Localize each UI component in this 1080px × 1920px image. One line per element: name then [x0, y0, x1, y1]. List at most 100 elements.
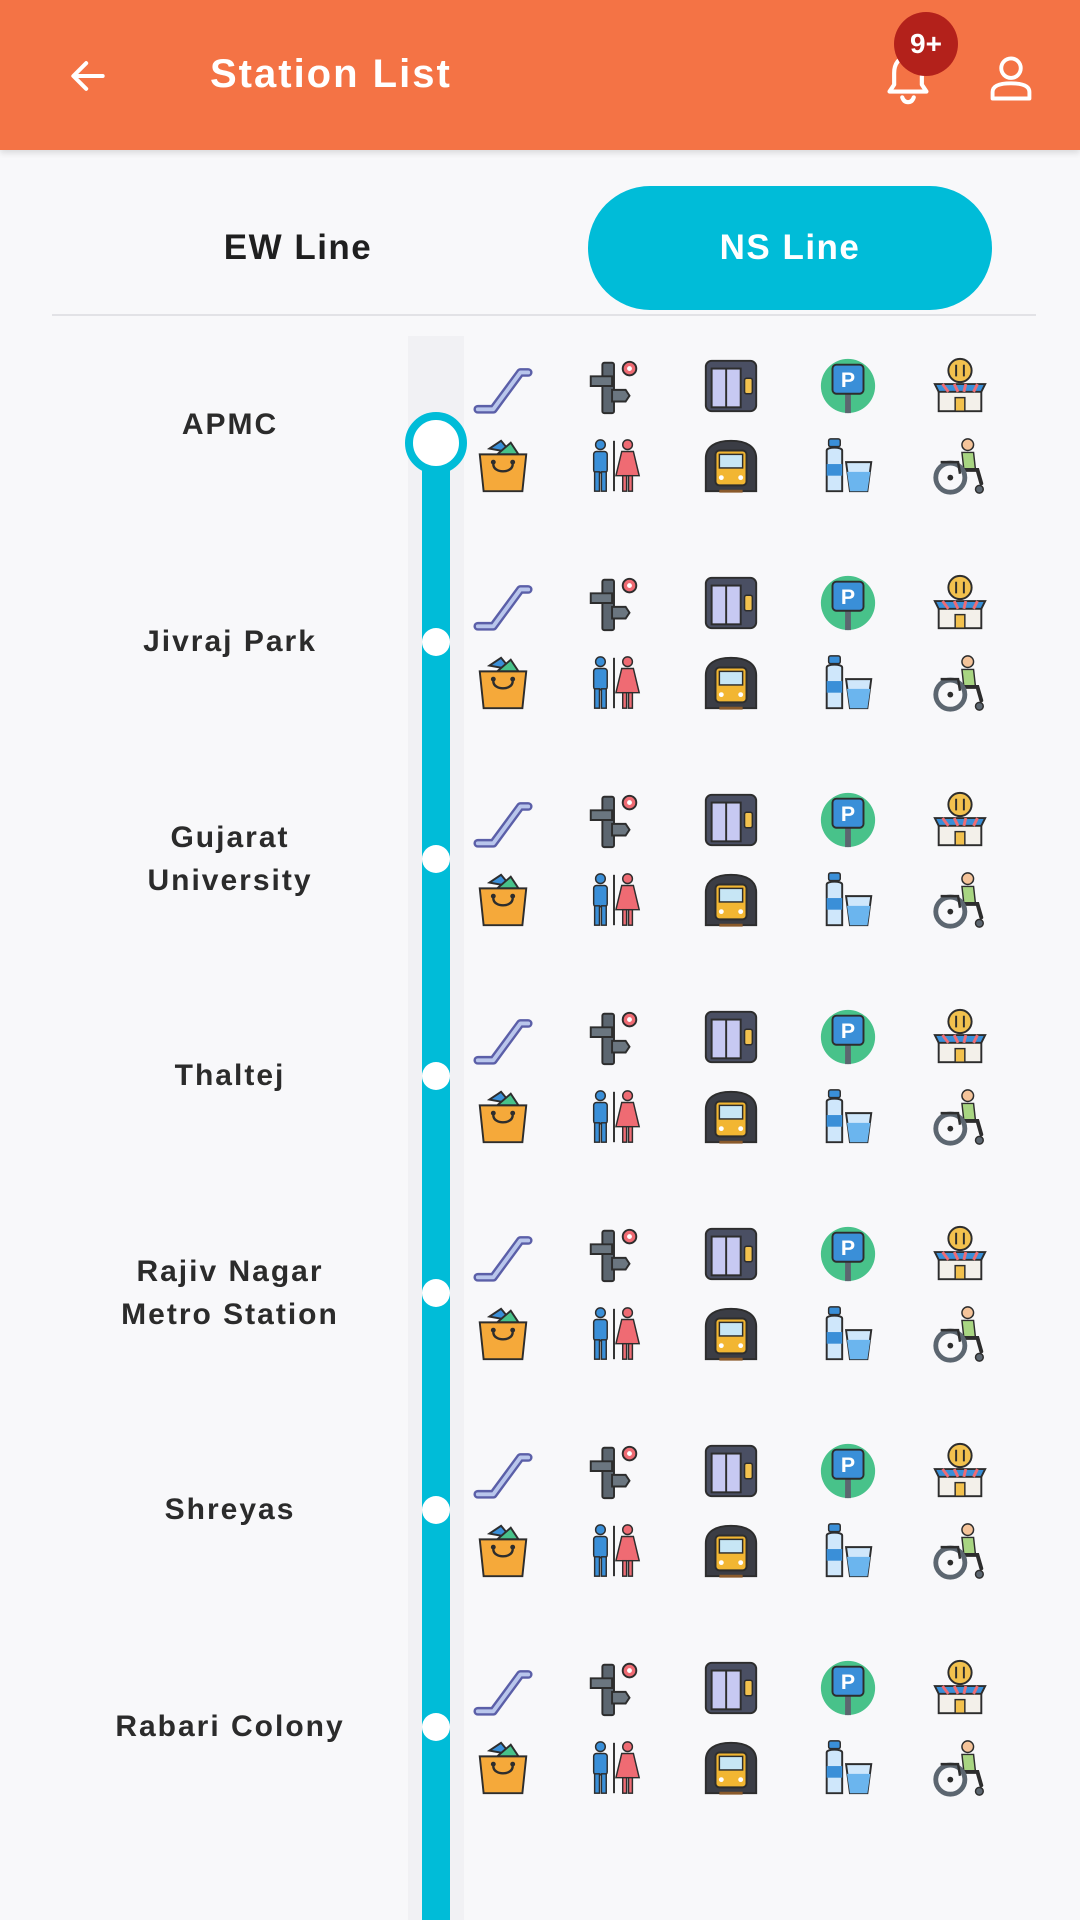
direction-sign-icon [583, 355, 645, 417]
parking-icon: P [817, 789, 879, 851]
station-row[interactable]: Jivraj Park P [0, 533, 1080, 750]
drinking-water-icon [817, 652, 879, 714]
wheelchair-icon [929, 1303, 991, 1365]
tab-ns-line[interactable]: NS Line [588, 186, 992, 310]
escalator-icon [472, 355, 534, 417]
svg-text:P: P [841, 1019, 855, 1043]
metro-train-icon [700, 869, 762, 931]
escalator-icon [472, 1657, 534, 1719]
restroom-icon [583, 1520, 645, 1582]
parking-icon: P [817, 1440, 879, 1502]
direction-sign-icon [583, 1223, 645, 1285]
station-name: Thaltej [174, 1059, 286, 1092]
food-court-icon [929, 789, 991, 851]
lift-icon [700, 1223, 762, 1285]
svg-text:P: P [841, 1670, 855, 1694]
shopping-bag-icon [472, 1520, 534, 1582]
svg-text:P: P [841, 1236, 855, 1260]
lift-icon [700, 572, 762, 634]
parking-icon: P [817, 1006, 879, 1068]
user-icon [990, 56, 1032, 101]
wheelchair-icon [929, 1737, 991, 1799]
shopping-bag-icon [472, 1303, 534, 1365]
station-marker [422, 1062, 450, 1090]
escalator-icon [472, 1006, 534, 1068]
metro-train-icon [700, 1086, 762, 1148]
food-court-icon [929, 1006, 991, 1068]
station-row[interactable]: Thaltej P [0, 967, 1080, 1184]
svg-text:P: P [841, 1453, 855, 1477]
drinking-water-icon [817, 1520, 879, 1582]
station-row[interactable]: Shreyas P [0, 1401, 1080, 1618]
escalator-icon [472, 572, 534, 634]
notification-badge: 9+ [894, 12, 958, 76]
arrow-left-icon [71, 61, 105, 91]
food-court-icon [929, 1440, 991, 1502]
lift-icon [700, 789, 762, 851]
restroom-icon [583, 1086, 645, 1148]
restroom-icon [583, 1303, 645, 1365]
wheelchair-icon [929, 652, 991, 714]
drinking-water-icon [817, 869, 879, 931]
station-row[interactable]: APMC P [0, 316, 1080, 533]
drinking-water-icon [817, 1086, 879, 1148]
food-court-icon [929, 355, 991, 417]
metro-train-icon [700, 1520, 762, 1582]
direction-sign-icon [583, 1657, 645, 1719]
direction-sign-icon [583, 1440, 645, 1502]
station-name: Rajiv Nagar Metro Station [121, 1254, 339, 1331]
station-marker [422, 1279, 450, 1307]
lift-icon [700, 1657, 762, 1719]
parking-icon: P [817, 1657, 879, 1719]
restroom-icon [583, 435, 645, 497]
drinking-water-icon [817, 435, 879, 497]
svg-text:P: P [841, 802, 855, 826]
parking-icon: P [817, 572, 879, 634]
station-row[interactable]: Rajiv Nagar Metro Station P [0, 1184, 1080, 1401]
lift-icon [700, 355, 762, 417]
station-row[interactable]: Gujarat University P [0, 750, 1080, 967]
direction-sign-icon [583, 789, 645, 851]
station-name: APMC [181, 408, 279, 441]
shopping-bag-icon [472, 1086, 534, 1148]
escalator-icon [472, 1223, 534, 1285]
app-bar: Station List 9+ [0, 0, 1080, 150]
back-button[interactable] [58, 46, 118, 106]
restroom-icon [583, 1737, 645, 1799]
shopping-bag-icon [472, 435, 534, 497]
station-name: Jivraj Park [143, 625, 317, 658]
shopping-bag-icon [472, 652, 534, 714]
direction-sign-icon [583, 572, 645, 634]
svg-text:P: P [841, 368, 855, 392]
station-marker [422, 1713, 450, 1741]
metro-train-icon [700, 652, 762, 714]
station-marker [422, 1496, 450, 1524]
station-row[interactable]: Rabari Colony P [0, 1618, 1080, 1835]
drinking-water-icon [817, 1737, 879, 1799]
wheelchair-icon [929, 1520, 991, 1582]
station-name: Shreyas [164, 1493, 296, 1526]
line-selector: EW Line NS Line [0, 150, 1080, 316]
station-marker [422, 628, 450, 656]
wheelchair-icon [929, 869, 991, 931]
metro-train-icon [700, 435, 762, 497]
tab-ew-line[interactable]: EW Line [96, 186, 500, 310]
wheelchair-icon [929, 435, 991, 497]
profile-button[interactable] [978, 46, 1044, 112]
shopping-bag-icon [472, 869, 534, 931]
restroom-icon [583, 869, 645, 931]
wheelchair-icon [929, 1086, 991, 1148]
escalator-icon [472, 789, 534, 851]
food-court-icon [929, 572, 991, 634]
metro-train-icon [700, 1303, 762, 1365]
parking-icon: P [817, 355, 879, 417]
lift-icon [700, 1006, 762, 1068]
direction-sign-icon [583, 1006, 645, 1068]
station-name: Rabari Colony [115, 1710, 345, 1743]
station-list: APMC P Jivraj Park P Gujarat University … [0, 316, 1080, 1920]
parking-icon: P [817, 1223, 879, 1285]
station-list-screen: Station List 9+ EW Line NS Line APMC P J… [0, 0, 1080, 1920]
escalator-icon [472, 1440, 534, 1502]
food-court-icon [929, 1657, 991, 1719]
page-title: Station List [210, 52, 452, 96]
